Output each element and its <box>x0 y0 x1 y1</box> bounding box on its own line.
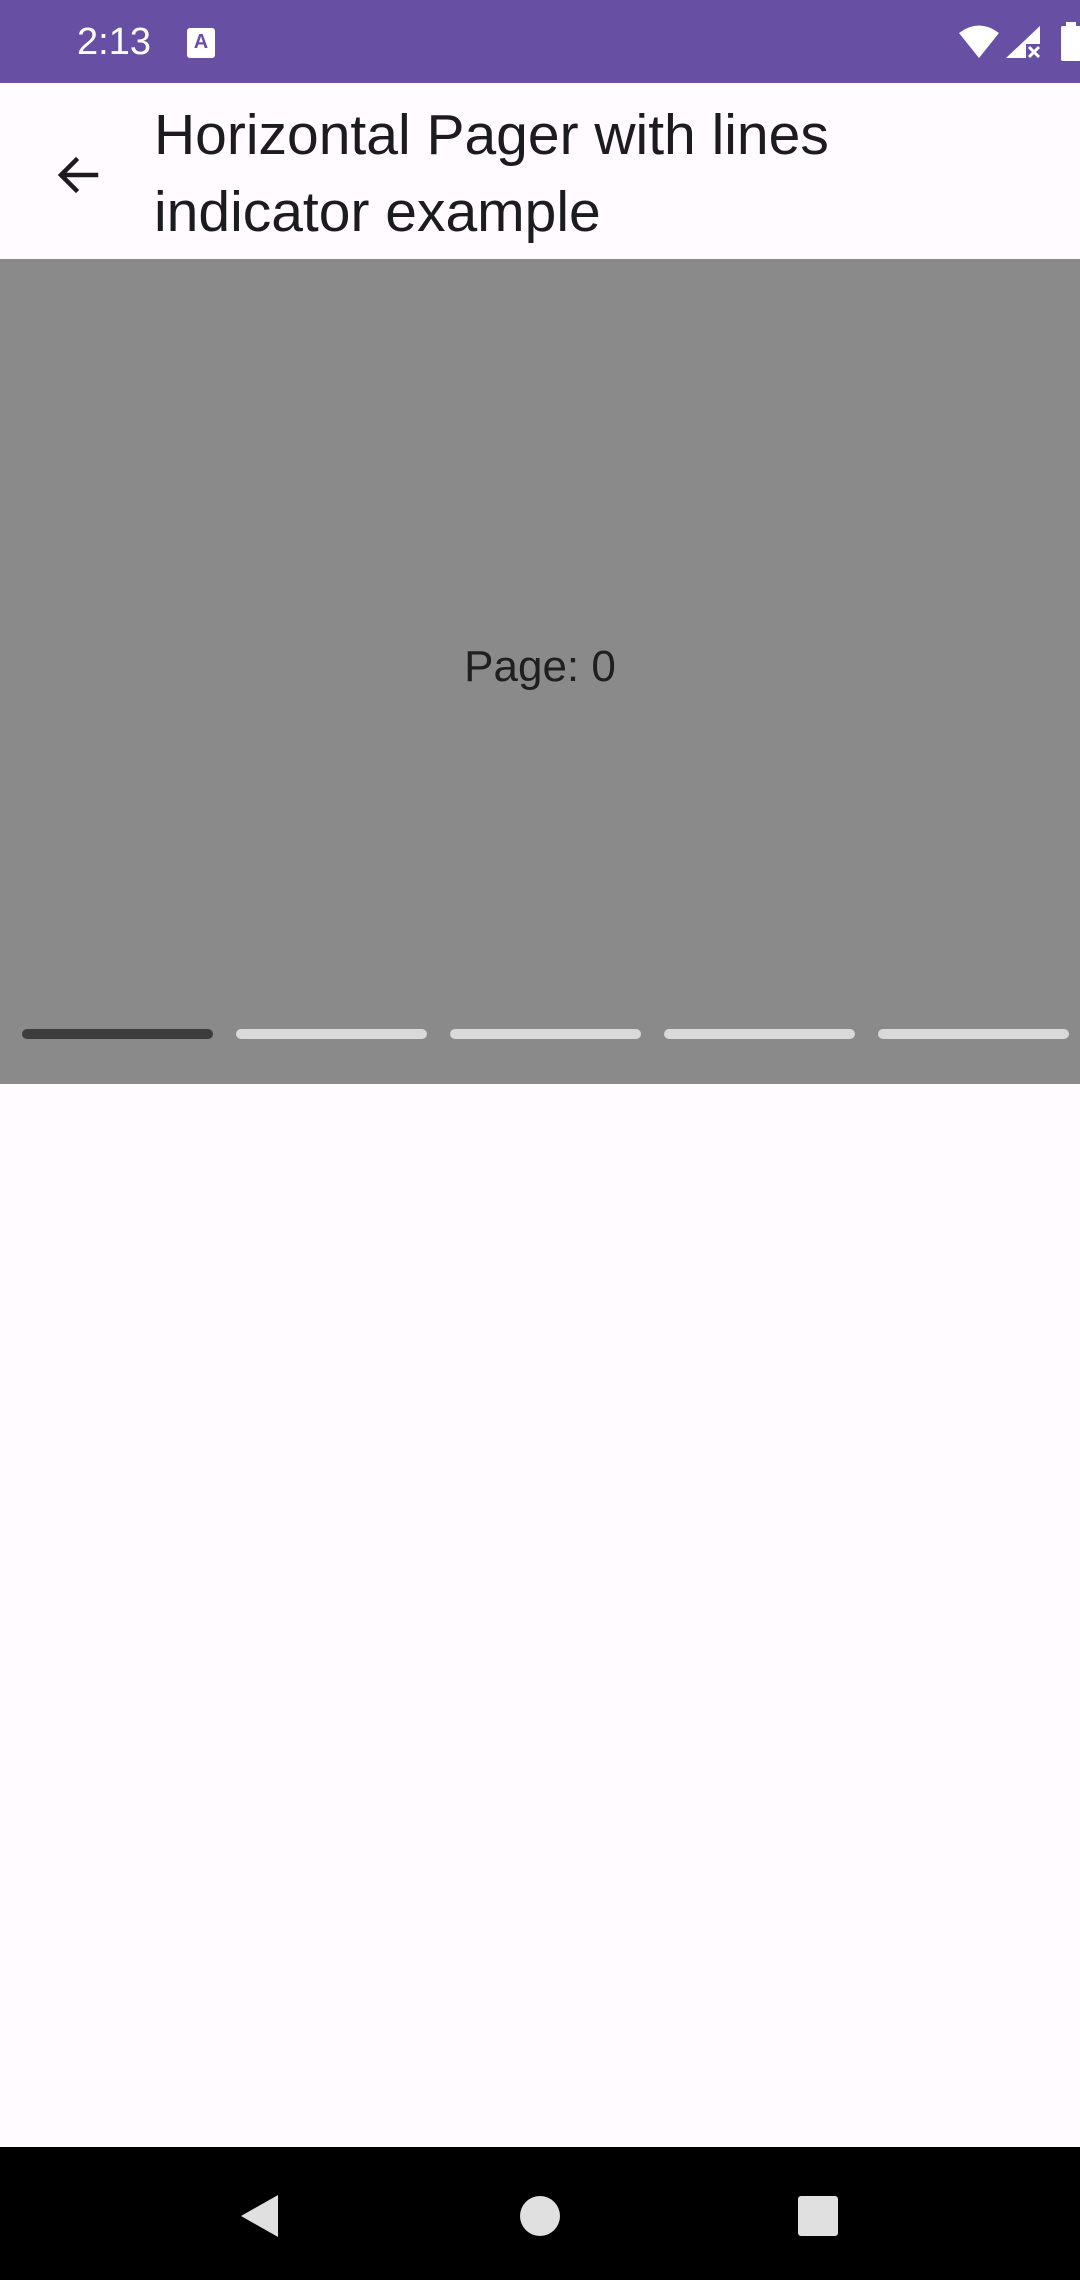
indicator-line-4[interactable] <box>878 1029 1069 1039</box>
back-triangle-icon <box>241 2195 278 2237</box>
page-label: Page: 0 <box>464 642 616 691</box>
arrow-back-icon <box>57 156 99 194</box>
top-app-bar: Horizontal Pager with lines indicator ex… <box>0 83 1080 259</box>
back-button[interactable] <box>38 135 118 215</box>
status-bar: 2:13 A <box>0 0 1080 83</box>
system-navigation-bar <box>0 2147 1080 2280</box>
indicator-line-1[interactable] <box>236 1029 427 1039</box>
lines-indicator <box>22 1029 1070 1039</box>
nav-back-button[interactable] <box>214 2171 304 2261</box>
indicator-line-0[interactable] <box>22 1029 213 1039</box>
cellular-no-signal-icon <box>1006 26 1041 59</box>
recents-square-icon <box>798 2196 838 2236</box>
battery-icon <box>1061 22 1080 61</box>
nav-recents-button[interactable] <box>773 2171 863 2261</box>
page-title: Horizontal Pager with lines indicator ex… <box>154 103 829 244</box>
home-circle-icon <box>520 2196 560 2236</box>
app-notification-icon: A <box>187 28 215 58</box>
status-time: 2:13 <box>77 21 151 63</box>
wifi-icon <box>959 25 999 58</box>
indicator-line-3[interactable] <box>664 1029 855 1039</box>
nav-home-button[interactable] <box>495 2171 585 2261</box>
indicator-line-2[interactable] <box>450 1029 641 1039</box>
status-icons <box>880 0 1080 83</box>
horizontal-pager[interactable]: Page: 0 <box>0 259 1080 1084</box>
